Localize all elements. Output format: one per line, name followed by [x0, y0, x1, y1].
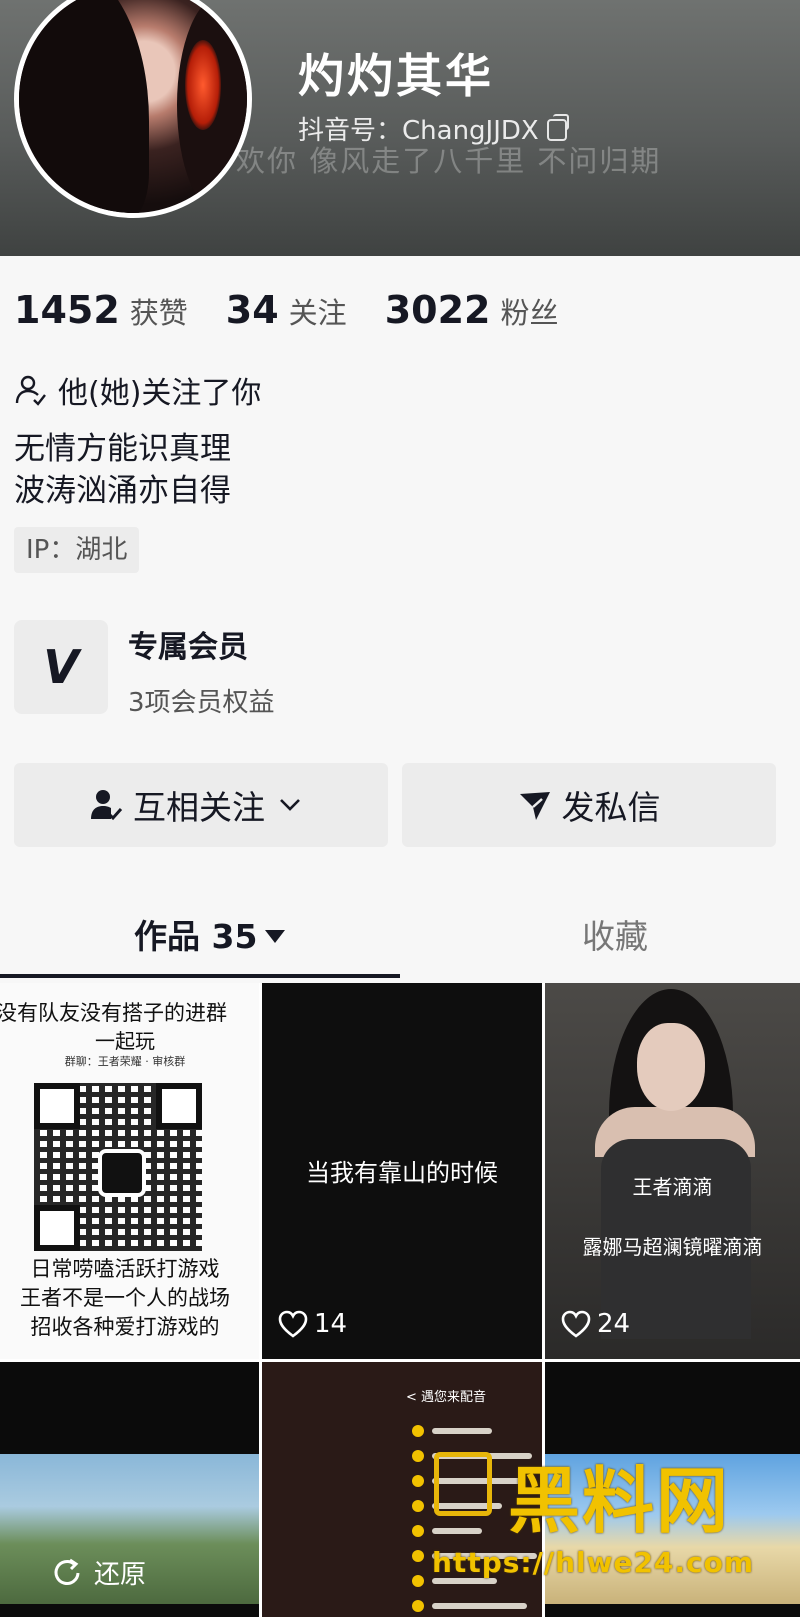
video-thumbnail[interactable]: 没有队友没有搭子的进群 一起玩 群聊：王者荣耀 · 审核群 日常唠嗑活跃打游戏 …	[0, 983, 259, 1359]
active-tab-indicator	[0, 974, 400, 978]
douyin-id-text: 抖音号：ChangJJDX	[298, 116, 539, 146]
mutual-follow-button[interactable]: 互相关注	[14, 763, 388, 847]
thumbnail-caption: 没有队友没有搭子的进群	[0, 1001, 227, 1025]
send-message-label: 发私信	[561, 788, 661, 827]
qr-corner	[156, 1083, 202, 1129]
chevron-down-icon	[280, 799, 300, 811]
vip-subtitle[interactable]: 3项会员权益	[128, 682, 275, 719]
thumbnail-photo	[595, 989, 755, 1339]
thumbnail-caption: 王者不是一个人的战场	[20, 1286, 230, 1310]
thumbnail-caption: 王者滴滴	[632, 1175, 713, 1199]
profile-stats: 1452 获赞 34 关注 3022 粉丝	[14, 288, 596, 332]
wechat-icon	[98, 1149, 146, 1197]
watermark-url: https://hlwe24.com	[432, 1546, 755, 1579]
restore-button[interactable]: 还原	[50, 1554, 146, 1591]
copy-icon[interactable]	[546, 114, 569, 141]
send-icon	[519, 792, 550, 820]
stat-followers-count: 3022	[384, 288, 491, 332]
like-count-value: 24	[597, 1309, 631, 1339]
like-count: 24	[561, 1309, 630, 1339]
stat-followers-label: 粉丝	[500, 296, 559, 330]
content-tabs: 作品 35 收藏	[0, 900, 800, 980]
bio-line: 波涛汹涌亦自得	[14, 473, 231, 509]
follows-you-notice: 他(她)关注了你	[14, 368, 261, 412]
tab-works-label: 作品 35	[134, 917, 258, 956]
qr-corner	[34, 1083, 80, 1129]
thumbnail-caption-block: 日常唠嗑活跃打游戏 王者不是一个人的战场 招收各种爱打游戏的	[0, 1255, 250, 1342]
thumbnail-caption: 当我有靠山的时候	[306, 1159, 498, 1187]
stat-likes-count: 1452	[14, 288, 120, 332]
stat-likes-label: 获赞	[129, 296, 188, 330]
like-count-value: 14	[314, 1309, 348, 1339]
thumbnail-caption: 露娜马超澜镜曜滴滴	[582, 1235, 763, 1259]
heart-icon	[561, 1310, 591, 1338]
watermark-text: 黑料网	[508, 1459, 731, 1543]
mutual-follow-label: 互相关注	[133, 788, 265, 827]
tab-favorites[interactable]: 收藏	[582, 910, 648, 958]
like-count: 14	[278, 1309, 347, 1339]
vip-icon[interactable]: V	[14, 620, 108, 714]
stat-following-count: 34	[225, 288, 279, 332]
stat-following-label: 关注	[288, 296, 347, 330]
thumbnail-caption: 日常唠嗑活跃打游戏	[30, 1257, 220, 1281]
user-check-icon	[91, 790, 123, 821]
person-icon	[15, 375, 46, 406]
video-thumbnail[interactable]: 王者滴滴 露娜马超澜镜曜滴滴 24	[545, 983, 800, 1359]
profile-bio: 无情方能识真理 波涛汹涌亦自得	[14, 428, 231, 512]
thumbnail-caption: 群聊：王者荣耀 · 审核群	[64, 1055, 186, 1068]
qr-corner	[34, 1205, 80, 1251]
tab-works[interactable]: 作品 35	[134, 910, 286, 958]
profile-name: 灼灼其华	[298, 49, 494, 103]
vip-title[interactable]: 专属会员	[128, 622, 248, 666]
video-thumbnail[interactable]: 还原	[0, 1362, 259, 1617]
refresh-icon	[54, 1558, 80, 1585]
follows-you-text: 他(她)关注了你	[58, 376, 262, 411]
stat-followers[interactable]: 3022 粉丝	[385, 288, 559, 332]
thumbnail-caption: < 遇您来配音	[406, 1390, 487, 1405]
thumbnail-caption: 一起玩	[95, 1029, 155, 1053]
thumbnail-caption: 招收各种爱打游戏的	[30, 1315, 220, 1339]
avatar[interactable]	[14, 0, 252, 218]
bio-line: 无情方能识真理	[14, 431, 231, 467]
watermark-logo	[434, 1452, 492, 1516]
profile-header: 欢你 像风走了八千里 不问归期 灼灼其华 抖音号：ChangJJDX	[0, 0, 800, 256]
send-message-button[interactable]: 发私信	[402, 763, 776, 847]
ip-location-badge: IP：湖北	[14, 527, 140, 573]
stat-following[interactable]: 34 关注	[226, 288, 347, 332]
video-thumbnail[interactable]: 当我有靠山的时候 14	[262, 983, 542, 1359]
heart-icon	[278, 1310, 308, 1338]
douyin-id[interactable]: 抖音号：ChangJJDX	[298, 110, 569, 147]
stat-likes[interactable]: 1452 获赞	[14, 288, 188, 332]
restore-label: 还原	[94, 1560, 147, 1590]
caret-down-icon	[265, 930, 286, 943]
